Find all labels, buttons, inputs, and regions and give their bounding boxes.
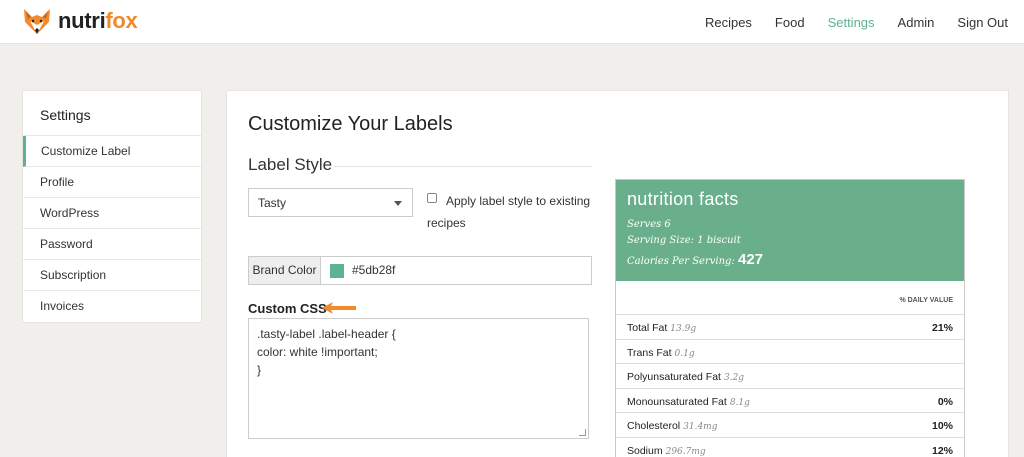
fox-logo-icon — [24, 9, 50, 34]
serving-size-text: Serving Size: 1 biscuit — [627, 235, 741, 246]
nav-settings[interactable]: Settings — [828, 15, 875, 30]
nutrient-amount: 31.4mg — [683, 422, 718, 432]
nutrifox-logo[interactable]: nutrifox — [22, 6, 138, 36]
arrow-left-icon — [322, 302, 356, 314]
section-title: Label Style — [248, 155, 333, 174]
sidebar-item-password[interactable]: Password — [23, 229, 201, 260]
nutrient-row: Monounsaturated Fat 8.1g 0% — [616, 389, 964, 413]
nutrient-name: Sodium — [627, 444, 663, 457]
nutrient-name: Trans Fat — [627, 346, 672, 359]
daily-value-header: % DAILY VALUE — [616, 281, 964, 315]
settings-sidebar: Settings Customize Label Profile WordPre… — [22, 90, 202, 323]
label-header: nutrition facts Serves 6 Serving Size: 1… — [616, 180, 964, 281]
nutrient-amount: 3.2g — [723, 373, 745, 383]
nutrient-percent: 12% — [931, 444, 953, 457]
main-panel: Customize Your Labels Label Style Tasty … — [226, 90, 1009, 457]
section-divider — [334, 166, 592, 167]
brand-color-label: Brand Color — [249, 257, 321, 284]
main-nav: Recipes Food Settings Admin Sign Out — [682, 0, 1008, 44]
apply-style-checkbox[interactable] — [427, 193, 437, 203]
apply-style-option: Apply label style to existing recipes — [427, 190, 597, 234]
sidebar-item-profile[interactable]: Profile — [23, 167, 201, 198]
nutrient-amount: 296.7mg — [665, 446, 706, 457]
nutrient-row: Cholesterol 31.4mg 10% — [616, 413, 964, 438]
nutrient-name: Total Fat — [627, 322, 668, 334]
chevron-down-icon — [394, 201, 402, 206]
brand-color-swatch[interactable] — [330, 264, 344, 278]
logo-text: nutrifox — [58, 8, 138, 33]
css-line: color: white !important; — [257, 345, 378, 359]
sidebar-item-wordpress[interactable]: WordPress — [23, 198, 201, 229]
nutrient-name: Polyunsaturated Fat — [627, 371, 721, 383]
calories-label: Calories Per Serving: — [627, 256, 735, 267]
brand-color-field: Brand Color #5db28f — [248, 256, 592, 285]
nutrient-amount: 0.1g — [674, 348, 695, 359]
sidebar-item-subscription[interactable]: Subscription — [23, 260, 201, 291]
calories-line: Calories Per Serving: 427 — [627, 251, 953, 268]
custom-css-textarea[interactable]: .tasty-label .label-header { color: whit… — [248, 318, 589, 439]
resize-handle[interactable] — [579, 429, 586, 436]
serves-text: Serves 6 — [627, 219, 671, 230]
nutrient-percent: 0% — [937, 395, 953, 408]
custom-css-label: Custom CSS — [248, 301, 327, 316]
nutrient-amount: 8.1g — [729, 397, 750, 408]
nutrient-row: Total Fat 13.9g 21% — [616, 315, 964, 340]
page-title: Customize Your Labels — [248, 113, 453, 135]
sidebar-title: Settings — [23, 91, 201, 136]
nutrient-name: Cholesterol — [627, 420, 681, 432]
brand-color-input[interactable]: #5db28f — [352, 257, 395, 284]
top-navbar: nutrifox Recipes Food Settings Admin Sig… — [0, 0, 1024, 44]
sidebar-item-customize-label[interactable]: Customize Label — [23, 136, 201, 167]
nav-sign-out[interactable]: Sign Out — [957, 15, 1008, 30]
css-line: .tasty-label .label-header { — [257, 327, 396, 341]
nutrient-name: Monounsaturated Fat — [627, 395, 727, 408]
label-header-title: nutrition facts — [627, 189, 739, 209]
nutrition-label-preview: nutrition facts Serves 6 Serving Size: 1… — [615, 179, 965, 457]
nutrient-row: Polyunsaturated Fat 3.2g — [616, 364, 964, 389]
nav-admin[interactable]: Admin — [898, 15, 935, 30]
nutrient-percent: 10% — [931, 420, 953, 432]
nutrient-percent: 21% — [931, 322, 953, 334]
css-line: } — [257, 363, 262, 377]
nutrient-row: Trans Fat 0.1g — [616, 340, 964, 364]
apply-style-label[interactable]: Apply label style to existing recipes — [427, 190, 597, 234]
sidebar-item-invoices[interactable]: Invoices — [23, 291, 201, 322]
nav-recipes[interactable]: Recipes — [705, 15, 752, 30]
nutrient-row: Sodium 296.7mg 12% — [616, 438, 964, 457]
nutrient-amount: 13.9g — [670, 324, 697, 334]
calories-value: 427 — [738, 251, 764, 268]
label-style-value: Tasty — [258, 196, 287, 210]
nav-food[interactable]: Food — [775, 15, 805, 30]
label-style-select[interactable]: Tasty — [248, 188, 413, 217]
